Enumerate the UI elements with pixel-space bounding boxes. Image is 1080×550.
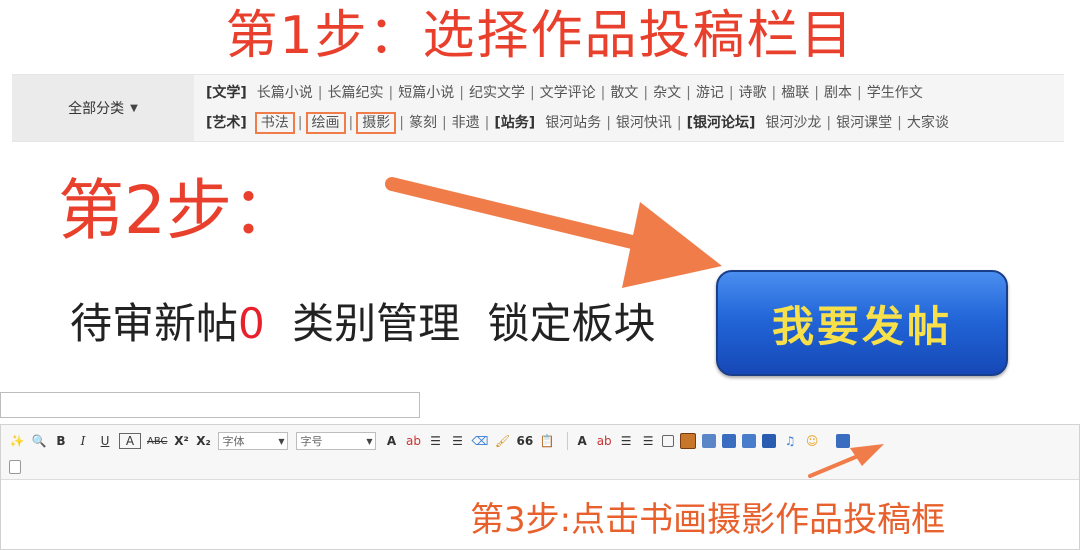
annotation-arrows [385, 177, 884, 478]
step2-arrow [385, 177, 722, 288]
step3-arrow [808, 444, 884, 478]
